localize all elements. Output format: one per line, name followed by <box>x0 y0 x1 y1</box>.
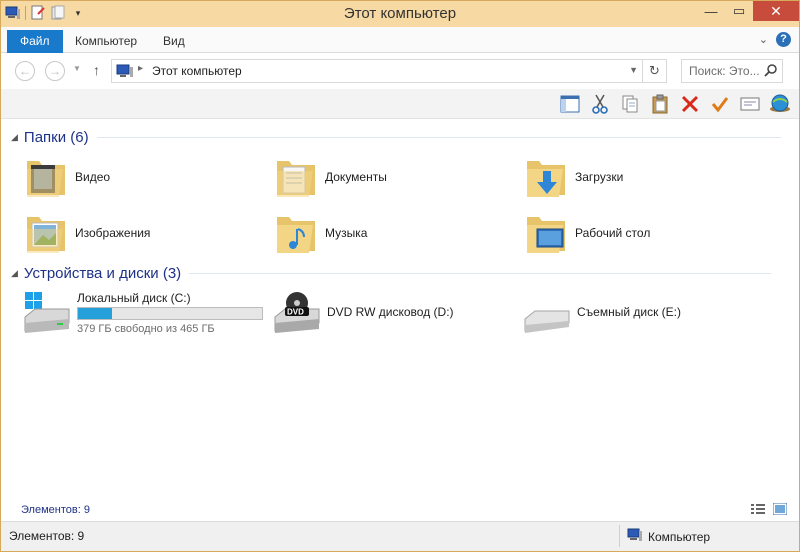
computer-icon <box>116 64 134 81</box>
drive-free-space: 379 ГБ свободно из 465 ГБ <box>77 323 215 335</box>
checkmark-icon[interactable] <box>709 93 731 115</box>
ribbon-tabs: Файл Компьютер Вид ⌄ ? <box>1 27 799 53</box>
delete-icon[interactable] <box>679 93 701 115</box>
back-button[interactable]: ← <box>15 61 35 81</box>
group-header-folders[interactable]: ◢ Папки (6) <box>11 127 791 147</box>
forward-button[interactable]: → <box>45 61 65 81</box>
status-item-count: Элементов: 9 <box>9 529 85 543</box>
music-folder-icon <box>273 207 319 258</box>
group-header-devices[interactable]: ◢ Устройства и диски (3) <box>11 263 791 283</box>
breadcrumb[interactable]: Этот компьютер <box>152 64 242 78</box>
status-zone-label: Компьютер <box>648 529 711 544</box>
maximize-icon[interactable]: ▭ <box>725 1 753 21</box>
command-toolbar <box>1 89 799 119</box>
list-item[interactable]: Музыка <box>273 207 367 258</box>
drive-item[interactable]: DVD DVD RW дисковод (D:) <box>273 291 523 337</box>
folder-label: Изображения <box>75 225 151 240</box>
breadcrumb-separator-icon[interactable]: ▸ <box>138 63 143 74</box>
drive-usage-bar <box>77 307 263 320</box>
list-item[interactable]: Рабочий стол <box>523 207 650 258</box>
computer-icon <box>627 528 643 545</box>
ribbon-right-controls: ⌄ ? <box>759 32 791 47</box>
folder-label: Рабочий стол <box>575 225 651 240</box>
expand-ribbon-icon[interactable]: ⌄ <box>759 33 768 46</box>
search-icon[interactable] <box>764 63 778 80</box>
group-title: Устройства и диски (3) <box>23 264 182 282</box>
properties-icon[interactable] <box>739 93 761 115</box>
drive-label: Локальный диск (C:) <box>77 291 191 305</box>
removable-drive-icon <box>523 291 571 338</box>
minimize-icon[interactable]: — <box>697 1 725 21</box>
tab-file[interactable]: Файл <box>7 30 63 53</box>
drive-label: DVD RW дисковод (D:) <box>327 305 454 319</box>
dvd-drive-icon: DVD <box>273 291 321 338</box>
paste-icon[interactable] <box>649 93 671 115</box>
title-bar: ▾ Этот компьютер — ▭ ✕ <box>1 1 799 27</box>
status-zone: Компьютер <box>627 528 710 545</box>
status-divider <box>619 525 620 547</box>
address-row: ← → ▼ ↑ ▸ Этот компьютер ▼ ↻ Поиск: Это.… <box>1 53 799 89</box>
group-divider <box>96 136 781 138</box>
status-bar: Элементов: 9 Компьютер <box>1 521 799 551</box>
copy-icon[interactable] <box>619 93 641 115</box>
item-count-footer: Элементов: 9 <box>1 499 799 521</box>
list-item[interactable]: Загрузки <box>523 151 623 202</box>
folder-label: Документы <box>325 169 387 184</box>
drive-item[interactable]: Локальный диск (C:) 379 ГБ свободно из 4… <box>23 291 273 337</box>
pictures-folder-icon <box>23 207 69 258</box>
tab-computer[interactable]: Компьютер <box>63 30 149 53</box>
recent-locations-icon[interactable]: ▼ <box>73 64 81 73</box>
search-placeholder: Поиск: Это... <box>689 64 760 78</box>
refresh-button[interactable]: ↻ <box>643 59 667 83</box>
downloads-folder-icon <box>523 151 569 202</box>
folder-label: Загрузки <box>575 169 624 184</box>
network-globe-icon[interactable] <box>769 93 791 115</box>
system-drive-icon <box>23 291 71 338</box>
drive-label: Съемный диск (E:) <box>577 305 681 319</box>
view-switcher <box>751 502 788 518</box>
cut-icon[interactable] <box>589 93 611 115</box>
window-controls: — ▭ ✕ <box>697 1 799 21</box>
item-count: Элементов: 9 <box>21 504 90 516</box>
large-icons-view-icon[interactable] <box>772 502 788 518</box>
svg-text:DVD: DVD <box>287 308 304 317</box>
folder-label: Видео <box>75 169 111 184</box>
toolbar-icons <box>559 93 791 115</box>
content-pane: ◢ Папки (6) Видео Документы Загрузки Изо… <box>1 119 799 499</box>
group-title: Папки (6) <box>23 128 89 146</box>
details-view-icon[interactable] <box>751 503 765 518</box>
address-dropdown-icon[interactable]: ▼ <box>629 65 638 75</box>
collapse-chevron-icon[interactable]: ◢ <box>11 132 18 143</box>
address-bar[interactable]: ▸ Этот компьютер ▼ <box>111 59 643 83</box>
group-divider <box>189 272 772 274</box>
video-folder-icon <box>23 151 69 202</box>
list-item[interactable]: Изображения <box>23 207 150 258</box>
folder-label: Музыка <box>325 225 368 240</box>
search-input[interactable]: Поиск: Это... <box>681 59 783 83</box>
desktop-folder-icon <box>523 207 569 258</box>
close-icon[interactable]: ✕ <box>753 1 799 21</box>
window-title: Этот компьютер <box>343 5 457 22</box>
explorer-window: ▾ Этот компьютер — ▭ ✕ Файл Компьютер Ви… <box>0 0 800 552</box>
documents-folder-icon <box>273 151 319 202</box>
tab-view[interactable]: Вид <box>151 30 197 53</box>
list-item[interactable]: Видео <box>23 151 110 202</box>
list-item[interactable]: Документы <box>273 151 387 202</box>
layout-pane-icon[interactable] <box>559 93 581 115</box>
drive-item[interactable]: Съемный диск (E:) <box>523 291 773 337</box>
drive-usage-fill <box>78 308 113 319</box>
collapse-chevron-icon[interactable]: ◢ <box>11 268 18 279</box>
up-button[interactable]: ↑ <box>93 62 100 78</box>
help-icon[interactable]: ? <box>776 32 791 47</box>
